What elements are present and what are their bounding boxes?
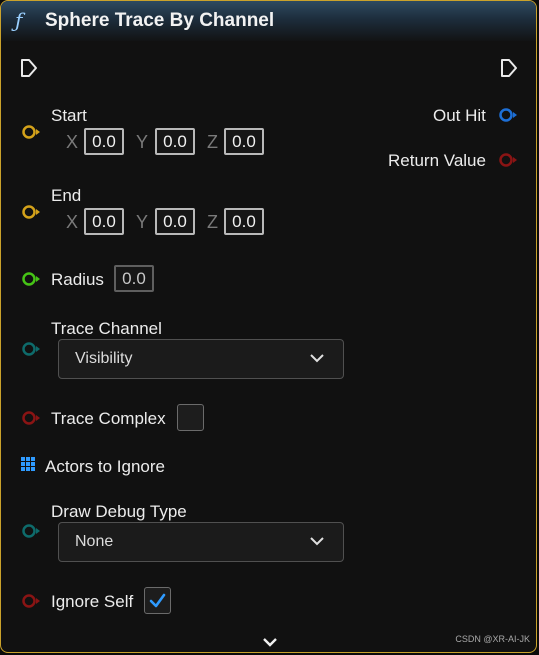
function-icon: ƒ: [15, 8, 23, 32]
checkmark-icon: [149, 593, 166, 608]
draw-debug-type-enum-pin-icon[interactable]: [21, 523, 41, 539]
start-x-axis-label: X: [66, 132, 79, 152]
end-x-axis-label: X: [66, 212, 79, 232]
trace-channel-selected-value: Visibility: [75, 350, 133, 367]
end-label: End: [51, 186, 82, 205]
start-z-axis-label: Z: [207, 132, 218, 152]
trace-channel-enum-pin-icon[interactable]: [21, 341, 41, 357]
node-header[interactable]: ƒ Sphere Trace By Channel: [1, 1, 536, 41]
array-pin-icon[interactable]: [21, 457, 36, 472]
start-vector-pin-icon[interactable]: [21, 124, 41, 140]
return-value-bool-pin-icon[interactable]: [498, 152, 518, 168]
start-y-field[interactable]: 0.0: [155, 128, 195, 155]
exec-input-pin-icon[interactable]: [20, 58, 38, 78]
exec-output-pin-icon[interactable]: [500, 58, 518, 78]
draw-debug-type-dropdown[interactable]: None: [58, 522, 344, 562]
ignore-self-checkbox[interactable]: [144, 587, 171, 614]
radius-field[interactable]: 0.0: [114, 265, 154, 292]
trace-complex-bool-pin-icon[interactable]: [21, 410, 41, 426]
actors-to-ignore-label: Actors to Ignore: [45, 457, 166, 476]
draw-debug-type-selected-value: None: [75, 533, 114, 550]
trace-complex-checkbox[interactable]: [177, 404, 204, 431]
trace-channel-label: Trace Channel: [51, 319, 162, 338]
trace-complex-label: Trace Complex: [51, 409, 166, 428]
trace-channel-dropdown[interactable]: Visibility: [58, 339, 344, 379]
return-value-label: Return Value: [388, 151, 486, 170]
chevron-down-icon: [310, 537, 324, 546]
chevron-down-icon: [310, 354, 324, 363]
start-label: Start: [51, 106, 87, 125]
ignore-self-bool-pin-icon[interactable]: [21, 593, 41, 609]
draw-debug-type-label: Draw Debug Type: [51, 502, 187, 521]
end-z-field[interactable]: 0.0: [224, 208, 264, 235]
end-y-axis-label: Y: [136, 212, 149, 232]
end-y-field[interactable]: 0.0: [155, 208, 195, 235]
end-z-axis-label: Z: [207, 212, 218, 232]
end-x-field[interactable]: 0.0: [84, 208, 124, 235]
out-hit-struct-pin-icon[interactable]: [498, 107, 518, 123]
ignore-self-label: Ignore Self: [51, 592, 134, 611]
end-vector-pin-icon[interactable]: [21, 204, 41, 220]
radius-label: Radius: [51, 270, 104, 289]
expand-advanced-chevron-icon[interactable]: [262, 637, 278, 648]
radius-float-pin-icon[interactable]: [21, 271, 41, 287]
start-y-axis-label: Y: [136, 132, 149, 152]
start-x-field[interactable]: 0.0: [84, 128, 124, 155]
start-z-field[interactable]: 0.0: [224, 128, 264, 155]
node-title: Sphere Trace By Channel: [45, 10, 275, 31]
sphere-trace-node[interactable]: ƒ Sphere Trace By Channel Start X 0.0 Y …: [0, 0, 537, 653]
out-hit-label: Out Hit: [433, 106, 486, 125]
watermark: CSDN @XR-AI-JK: [455, 634, 530, 644]
